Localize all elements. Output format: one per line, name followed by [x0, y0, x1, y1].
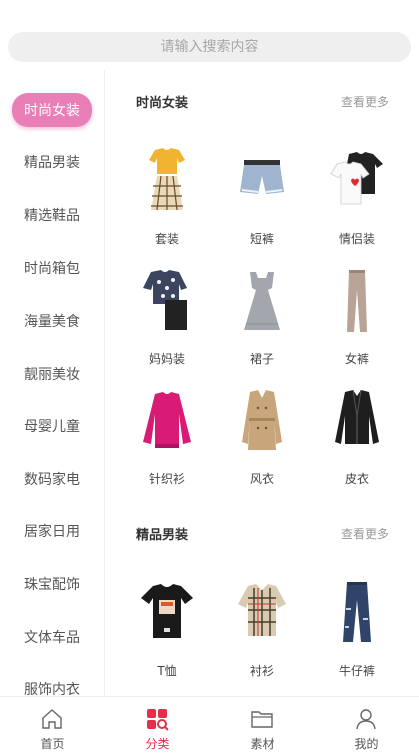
sidebar-item-jewelry[interactable]: 珠宝配饰: [0, 564, 104, 604]
section-title: 精品男装: [136, 528, 189, 543]
search-input[interactable]: [8, 39, 411, 55]
category-item-couple[interactable]: 情侣装: [307, 146, 407, 266]
category-item-dress[interactable]: 裙子: [212, 266, 312, 386]
category-item-shorts[interactable]: 短裤: [212, 146, 312, 266]
tab-materials[interactable]: 素材: [210, 697, 315, 754]
category-item-trousers[interactable]: 女裤: [307, 266, 407, 386]
category-item-shirt[interactable]: 衬衫: [212, 578, 312, 696]
category-item-trench-coat[interactable]: 风衣: [212, 386, 312, 506]
sidebar-item-label: 精选鞋品: [24, 208, 80, 224]
tshirt-icon: [141, 584, 193, 638]
category-item-label: 风衣: [249, 472, 274, 486]
category-item-label: 短裤: [249, 232, 274, 246]
folder-icon: [251, 711, 273, 728]
sidebar-item-sports[interactable]: 文体车品: [0, 617, 104, 657]
sweater-icon: [143, 392, 191, 448]
bottom-tab-bar: 首页 分类 素材 我的: [0, 696, 419, 754]
category-item-label: 套装: [154, 232, 179, 246]
sidebar-item-label: 海量美食: [24, 314, 80, 330]
search-bar: [0, 0, 419, 70]
tab-category[interactable]: 分类: [105, 697, 210, 754]
category-item-tshirt[interactable]: T恤: [117, 578, 217, 696]
see-more-link[interactable]: 查看更多: [341, 525, 389, 542]
category-item-label: 针织衫: [148, 472, 185, 486]
tab-home[interactable]: 首页: [0, 697, 105, 754]
category-icon: [147, 709, 169, 731]
sidebar-item-baby[interactable]: 母婴儿童: [0, 406, 104, 446]
sidebar-item-shoes[interactable]: 精选鞋品: [0, 195, 104, 235]
sidebar-item-label: 居家日用: [24, 524, 80, 540]
category-item-label: 裙子: [249, 352, 274, 366]
category-item-leather-jacket[interactable]: 皮衣: [307, 386, 407, 506]
tab-label: 首页: [40, 737, 65, 751]
category-item-label: 皮衣: [344, 472, 369, 486]
sidebar-item-label: 文体车品: [24, 630, 80, 646]
category-item-label: T恤: [157, 664, 177, 678]
sidebar-item-makeup[interactable]: 靓丽美妆: [0, 354, 104, 394]
section-header: 时尚女装 查看更多: [105, 92, 419, 116]
category-item-label: 妈妈装: [148, 352, 185, 366]
mom-outfit-icon: [143, 270, 187, 330]
user-icon: [356, 709, 376, 730]
sidebar-item-label: 珠宝配饰: [24, 577, 80, 593]
category-item-outfit-set[interactable]: 套装: [117, 146, 217, 266]
sidebar-item-label: 时尚女装: [12, 93, 92, 127]
search-box[interactable]: [8, 32, 411, 62]
dress-icon: [244, 272, 280, 330]
sidebar-item-home[interactable]: 居家日用: [0, 511, 104, 551]
section-title: 时尚女装: [136, 96, 189, 111]
category-item-label: 牛仔裤: [338, 664, 375, 678]
jeans-icon: [343, 582, 371, 642]
section-header: 精品男装 查看更多: [105, 524, 419, 548]
plaid-shirt-icon: [238, 584, 286, 636]
sidebar-item-label: 精品男装: [24, 155, 80, 171]
category-item-label: 女裤: [344, 352, 369, 366]
sidebar-item-label: 母婴儿童: [24, 419, 80, 435]
outfit-set-icon: [149, 148, 185, 211]
tab-mine[interactable]: 我的: [314, 697, 419, 754]
tab-label: 素材: [250, 737, 275, 751]
category-item-sweater[interactable]: 针织衫: [117, 386, 217, 506]
category-content: 时尚女装 查看更多 套装 短裤 情侣装 妈妈装 裙子 女裤 针织衫 风衣 皮衣 …: [105, 70, 419, 696]
category-item-jeans[interactable]: 牛仔裤: [307, 578, 407, 696]
sidebar-item-label: 时尚箱包: [24, 261, 80, 277]
category-item-label: 情侣装: [338, 232, 375, 246]
shorts-icon: [240, 160, 284, 194]
sidebar-item-label: 数码家电: [24, 472, 80, 488]
sidebar-item-food[interactable]: 海量美食: [0, 301, 104, 341]
home-icon: [42, 709, 62, 729]
sidebar-item-label: 靓丽美妆: [24, 367, 80, 383]
sidebar-item-fashion-women[interactable]: 时尚女装: [0, 90, 104, 130]
see-more-link[interactable]: 查看更多: [341, 93, 389, 110]
sidebar-item-bags[interactable]: 时尚箱包: [0, 248, 104, 288]
trench-coat-icon: [242, 390, 282, 450]
category-item-label: 衬衫: [249, 664, 274, 678]
leather-jacket-icon: [335, 389, 379, 444]
tab-label: 我的: [354, 737, 379, 751]
trousers-icon: [347, 270, 367, 332]
category-sidebar: 时尚女装 精品男装 精选鞋品 时尚箱包 海量美食 靓丽美妆 母婴儿童 数码家电 …: [0, 78, 104, 698]
sidebar-item-digital[interactable]: 数码家电: [0, 459, 104, 499]
category-item-mom-outfit[interactable]: 妈妈装: [117, 266, 217, 386]
sidebar-item-men[interactable]: 精品男装: [0, 142, 104, 182]
tab-label: 分类: [145, 737, 170, 751]
couple-tshirt-icon: [330, 152, 383, 205]
